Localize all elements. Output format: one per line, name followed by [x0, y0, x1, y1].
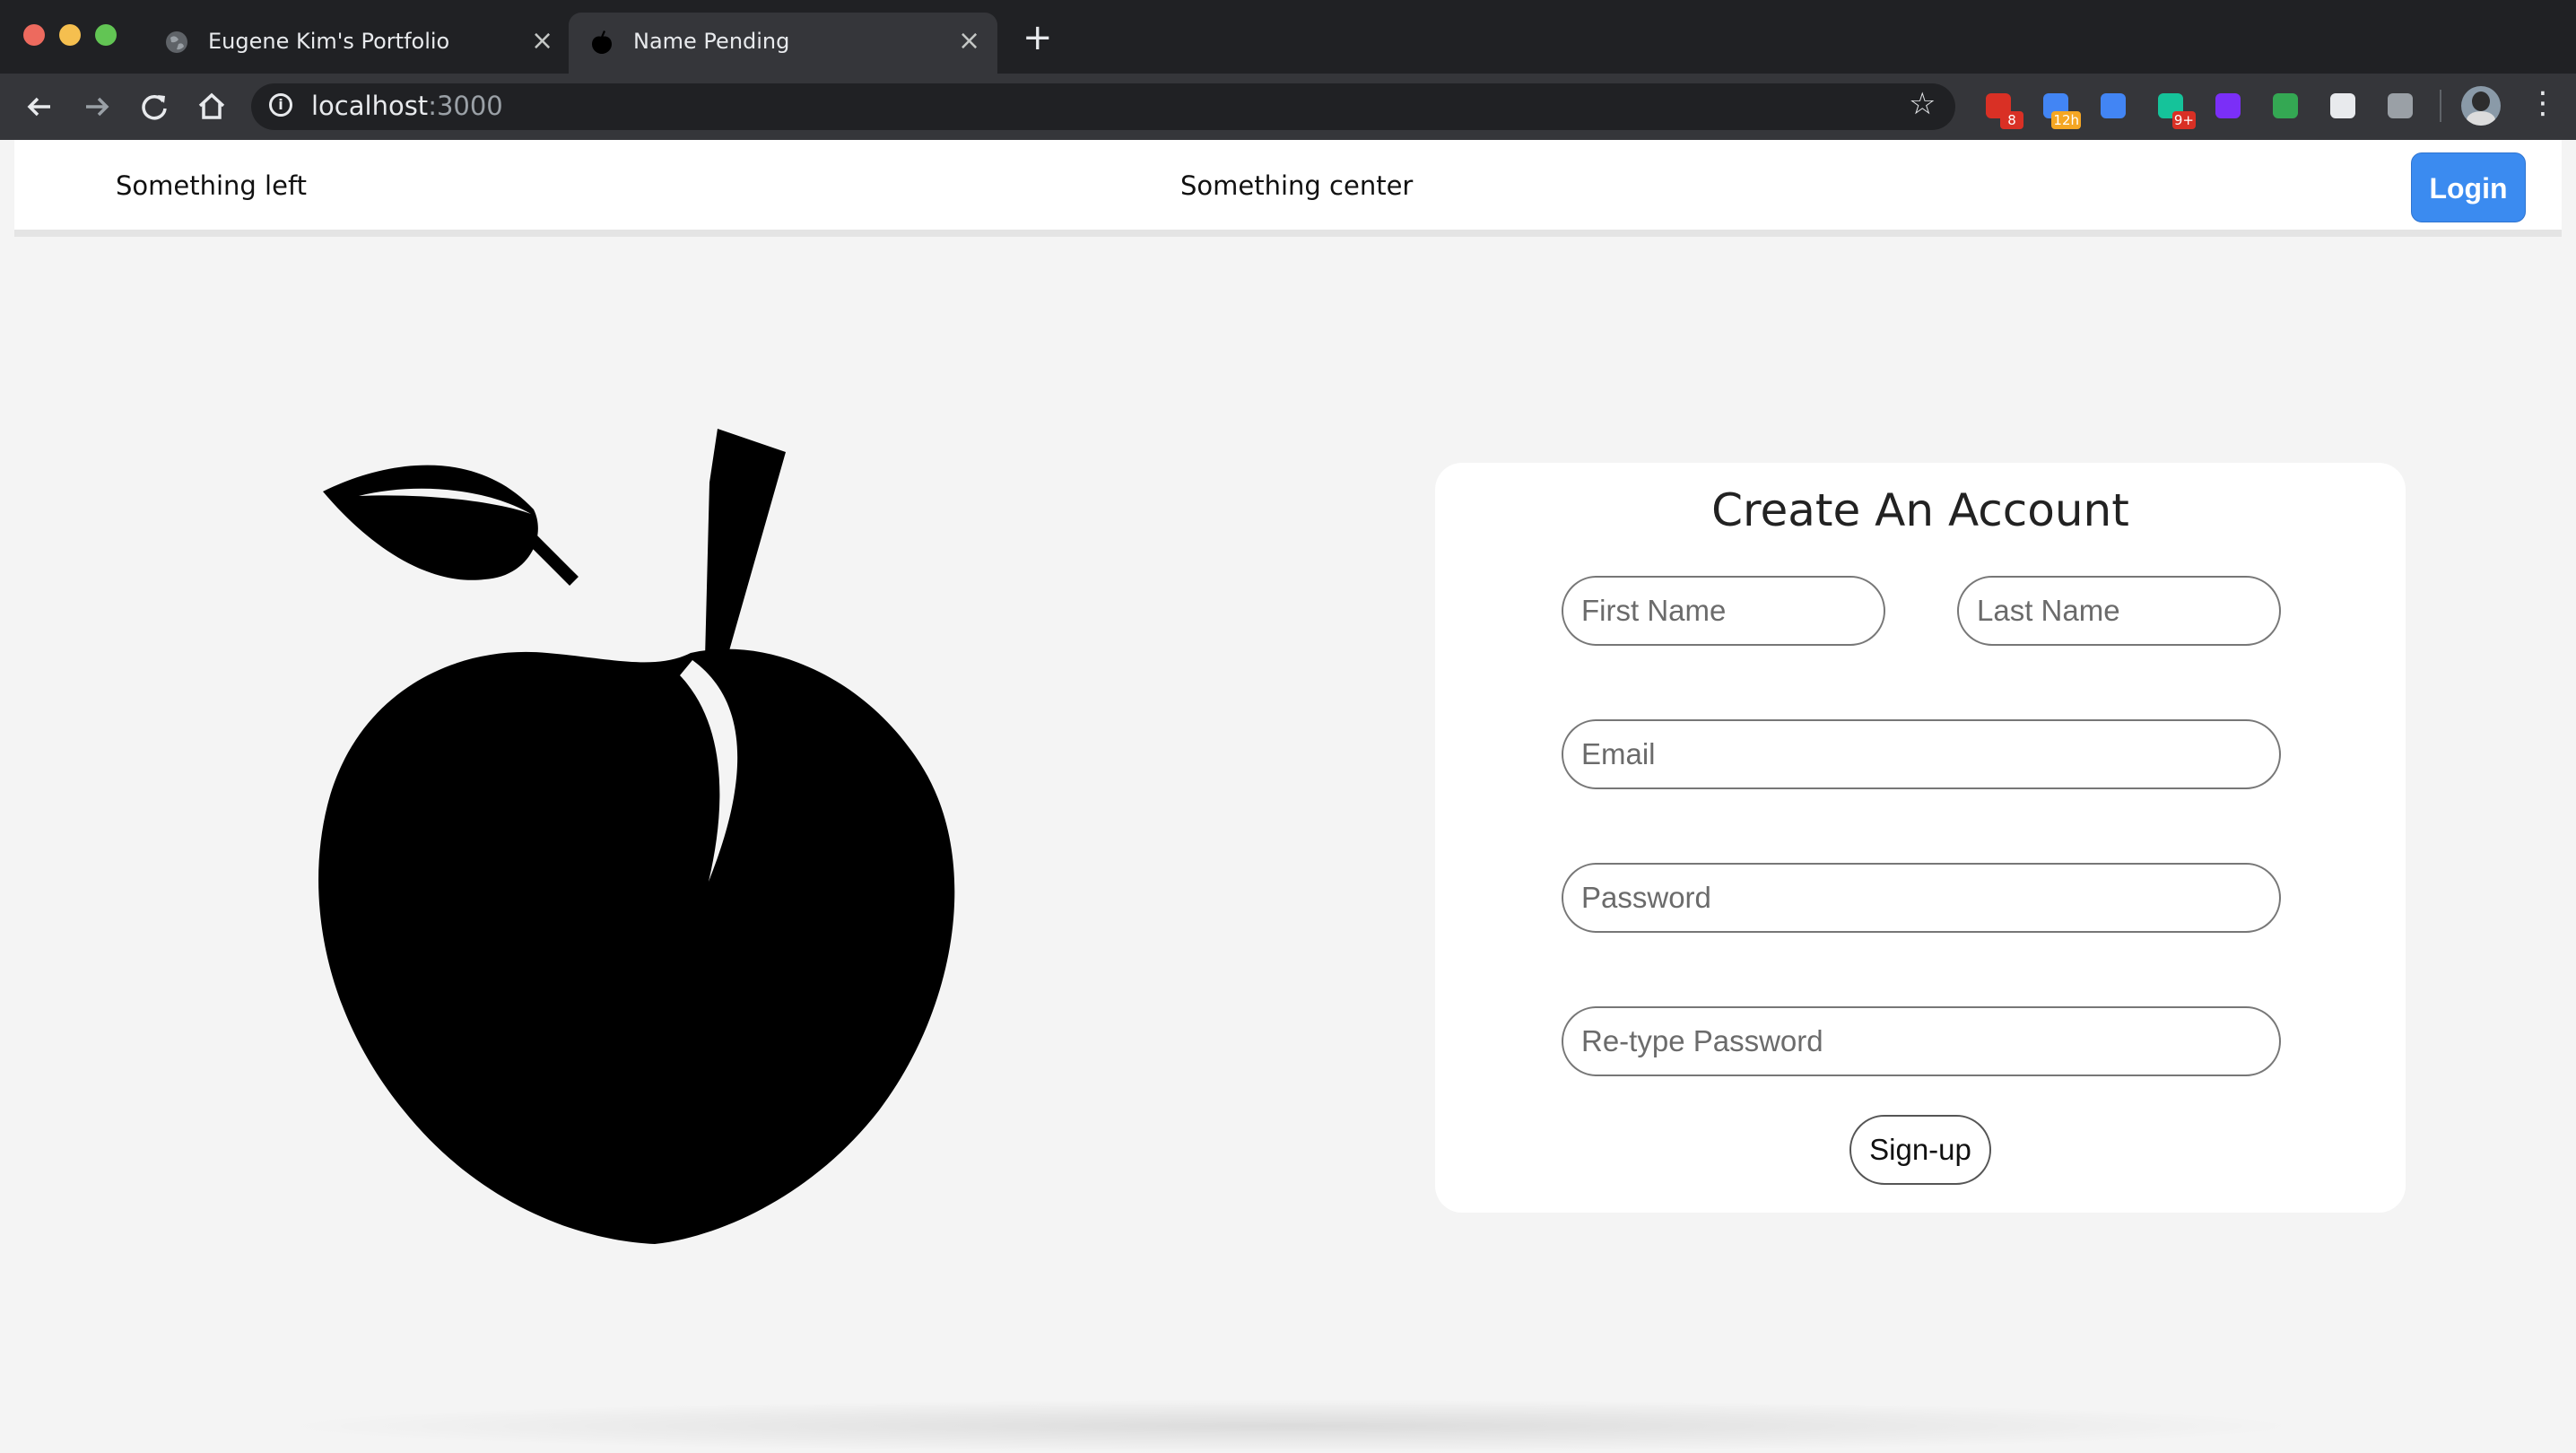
signup-card: [1435, 463, 2406, 1213]
extension-glyph: [2330, 93, 2355, 118]
braces-extension-icon[interactable]: [2382, 88, 2418, 124]
home-icon[interactable]: [192, 87, 231, 126]
translate-extension-icon[interactable]: [2095, 88, 2131, 124]
retype-password-input[interactable]: [1562, 1006, 2281, 1076]
bottom-shadow: [269, 1399, 2314, 1453]
extension-badge: 9+: [2171, 111, 2196, 129]
back-icon[interactable]: [20, 87, 59, 126]
extension-glyph: [2101, 93, 2126, 118]
close-window-icon[interactable]: [23, 24, 45, 46]
extension-glyph: [2215, 93, 2241, 118]
password-input[interactable]: [1562, 863, 2281, 933]
extension-glyph: [2273, 93, 2298, 118]
last-name-input[interactable]: [1957, 576, 2281, 646]
new-tab-icon[interactable]: +: [1023, 20, 1053, 56]
calendar-extension-icon[interactable]: 12h: [2038, 88, 2081, 129]
signup-button[interactable]: Sign-up: [1849, 1115, 1991, 1185]
first-name-input[interactable]: [1562, 576, 1885, 646]
tab-title: Name Pending: [633, 29, 790, 54]
globe-icon: [166, 31, 187, 53]
bookmark-star-icon[interactable]: ☆: [1909, 86, 1936, 122]
address-bar[interactable]: [251, 83, 1955, 130]
tab-name-pending[interactable]: Name Pending ×: [569, 13, 997, 74]
url-port: :3000: [428, 91, 503, 121]
lens-extension-icon[interactable]: [2325, 88, 2361, 124]
extension-badge: 12h: [2051, 111, 2081, 129]
close-tab-icon[interactable]: ×: [531, 25, 553, 57]
header-left-text: Something left: [116, 170, 308, 201]
login-button[interactable]: Login: [2411, 152, 2526, 222]
site-info-icon[interactable]: i: [269, 93, 292, 117]
gmail-extension-icon[interactable]: 8: [1980, 88, 2023, 129]
apple-favicon-icon: [592, 30, 612, 54]
apple-logo-icon: [318, 429, 955, 1244]
toolbar-divider: [2440, 90, 2441, 122]
profile-avatar[interactable]: [2461, 86, 2501, 126]
email-input[interactable]: [1562, 719, 2281, 789]
minimize-window-icon[interactable]: [59, 24, 81, 46]
maximize-window-icon[interactable]: [95, 24, 117, 46]
url-text[interactable]: localhost:3000: [311, 91, 503, 121]
chat-extension-icon[interactable]: [2267, 88, 2303, 124]
forward-icon[interactable]: [77, 87, 117, 126]
grammar-extension-icon[interactable]: 9+: [2153, 88, 2196, 129]
tab-portfolio[interactable]: Eugene Kim's Portfolio ×: [144, 13, 574, 74]
browser-menu-icon[interactable]: ⋮: [2528, 85, 2558, 121]
reload-icon[interactable]: [135, 87, 174, 126]
form-title: Create An Account: [1711, 484, 2129, 536]
header-center-text: Something center: [1180, 170, 1414, 201]
extension-badge: 8: [2000, 111, 2023, 129]
url-host: localhost: [311, 91, 429, 121]
close-tab-icon[interactable]: ×: [958, 25, 980, 57]
extension-glyph: [2388, 93, 2413, 118]
r-extension-icon[interactable]: [2210, 88, 2246, 124]
tab-title: Eugene Kim's Portfolio: [208, 29, 450, 54]
